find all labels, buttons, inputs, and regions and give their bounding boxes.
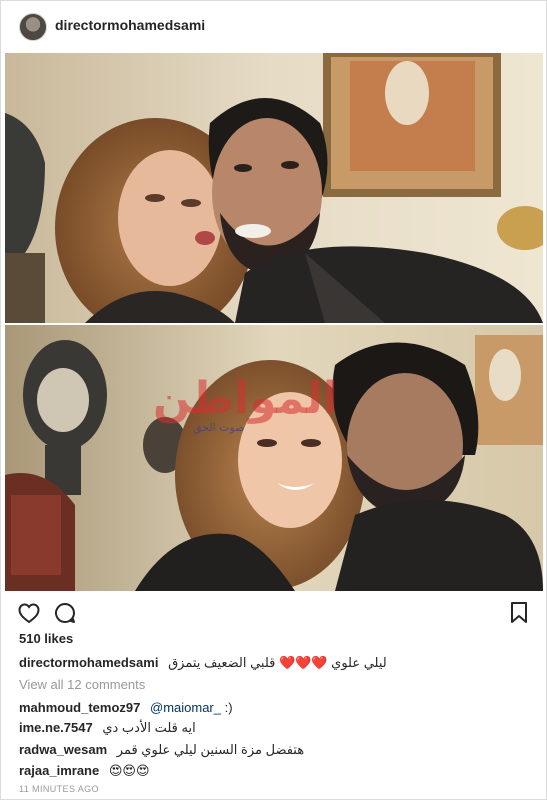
- comment-username[interactable]: radwa_wesam: [19, 742, 107, 757]
- caption-text: ليلي علوي ❤️❤️❤️ قلبي الضعيف يتمزق: [168, 655, 387, 670]
- comment-item: radwa_wesam هتفضل مزة السنين ليلي علوي ق…: [19, 742, 304, 758]
- comment-mention[interactable]: @maiomar_: [150, 700, 221, 715]
- comment-text: 😍😍😍: [108, 763, 150, 778]
- bookmark-icon[interactable]: [509, 601, 529, 630]
- comment-text: ايه قلت الأدب دي: [102, 720, 196, 735]
- view-all-comments-link[interactable]: View all 12 comments: [19, 677, 145, 692]
- like-count[interactable]: 510 likes: [19, 631, 73, 646]
- comment-username[interactable]: mahmoud_temoz97: [19, 700, 140, 715]
- post-photo-1: [5, 53, 543, 323]
- post-header: directormohamedsami: [1, 1, 546, 51]
- comment-item: rajaa_imrane 😍😍😍: [19, 763, 150, 779]
- comment-item: ime.ne.7547 ايه قلت الأدب دي: [19, 720, 196, 736]
- heart-outline-icon[interactable]: [17, 601, 41, 630]
- instagram-post: directormohamedsami المواطن صوت الحق 510…: [0, 0, 547, 800]
- comment-text: :): [224, 700, 233, 715]
- comment-item: mahmoud_temoz97 @maiomar_ :): [19, 700, 233, 715]
- post-username[interactable]: directormohamedsami: [55, 17, 205, 33]
- comment-username[interactable]: rajaa_imrane: [19, 763, 99, 778]
- selfie-image-2: [5, 325, 543, 591]
- selfie-image-1: [5, 53, 543, 323]
- post-timestamp[interactable]: 11 MINUTES AGO: [19, 784, 99, 794]
- action-bar: [1, 597, 546, 629]
- avatar[interactable]: [19, 13, 47, 41]
- comment-username[interactable]: ime.ne.7547: [19, 720, 93, 735]
- post-caption: directormohamedsami ليلي علوي ❤️❤️❤️ قلب…: [19, 655, 539, 671]
- speech-bubble-icon[interactable]: [53, 601, 77, 630]
- watermark-tagline: صوت الحق: [193, 421, 245, 434]
- watermark-logo: المواطن: [153, 373, 338, 424]
- comment-text: هتفضل مزة السنين ليلي علوي قمر: [116, 742, 305, 757]
- caption-username[interactable]: directormohamedsami: [19, 655, 158, 670]
- post-photo-2: المواطن صوت الحق: [5, 325, 543, 591]
